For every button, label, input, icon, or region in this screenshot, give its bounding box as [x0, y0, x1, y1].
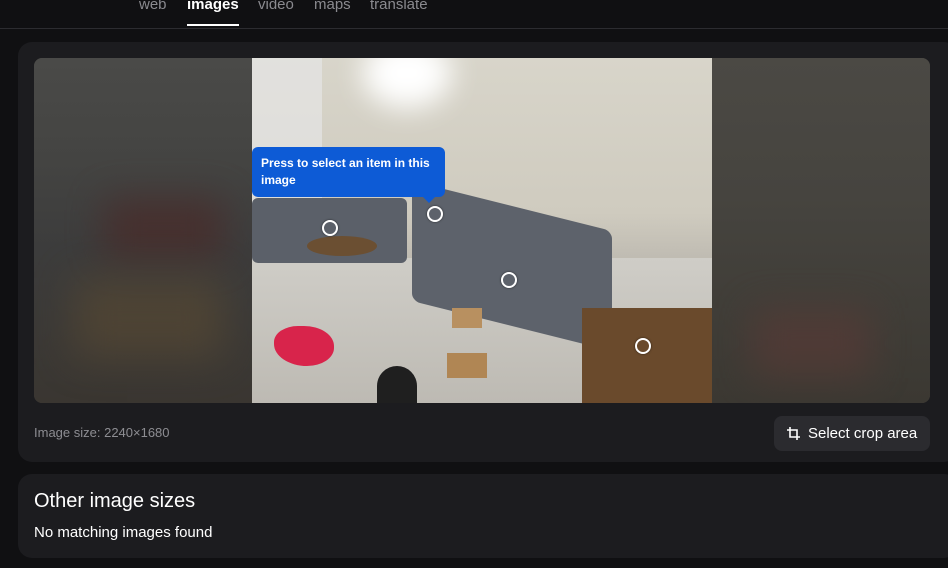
image-stage [34, 58, 930, 403]
image-size-label: Image size: 2240×1680 [34, 425, 170, 440]
blurred-background-right [712, 58, 930, 403]
top-nav: web images video maps translate [0, 0, 948, 29]
select-item-tooltip: Press to select an item in this image [252, 147, 445, 203]
tab-web[interactable]: web [139, 0, 167, 13]
tab-video[interactable]: video [258, 0, 294, 13]
item-marker[interactable] [427, 206, 443, 222]
blurred-background-left [34, 58, 252, 403]
tab-images[interactable]: images [187, 0, 239, 26]
other-sizes-title: Other image sizes [34, 490, 196, 512]
tab-maps[interactable]: maps [314, 0, 351, 13]
other-sizes-card [18, 474, 948, 558]
select-crop-area-button[interactable]: Select crop area [774, 416, 930, 451]
no-results-message: No matching images found [34, 524, 213, 541]
crop-button-label: Select crop area [808, 425, 918, 442]
tab-translate[interactable]: translate [370, 0, 428, 13]
item-marker[interactable] [501, 272, 517, 288]
item-marker[interactable] [635, 338, 651, 354]
crop-icon [787, 426, 800, 440]
item-marker[interactable] [322, 220, 338, 236]
